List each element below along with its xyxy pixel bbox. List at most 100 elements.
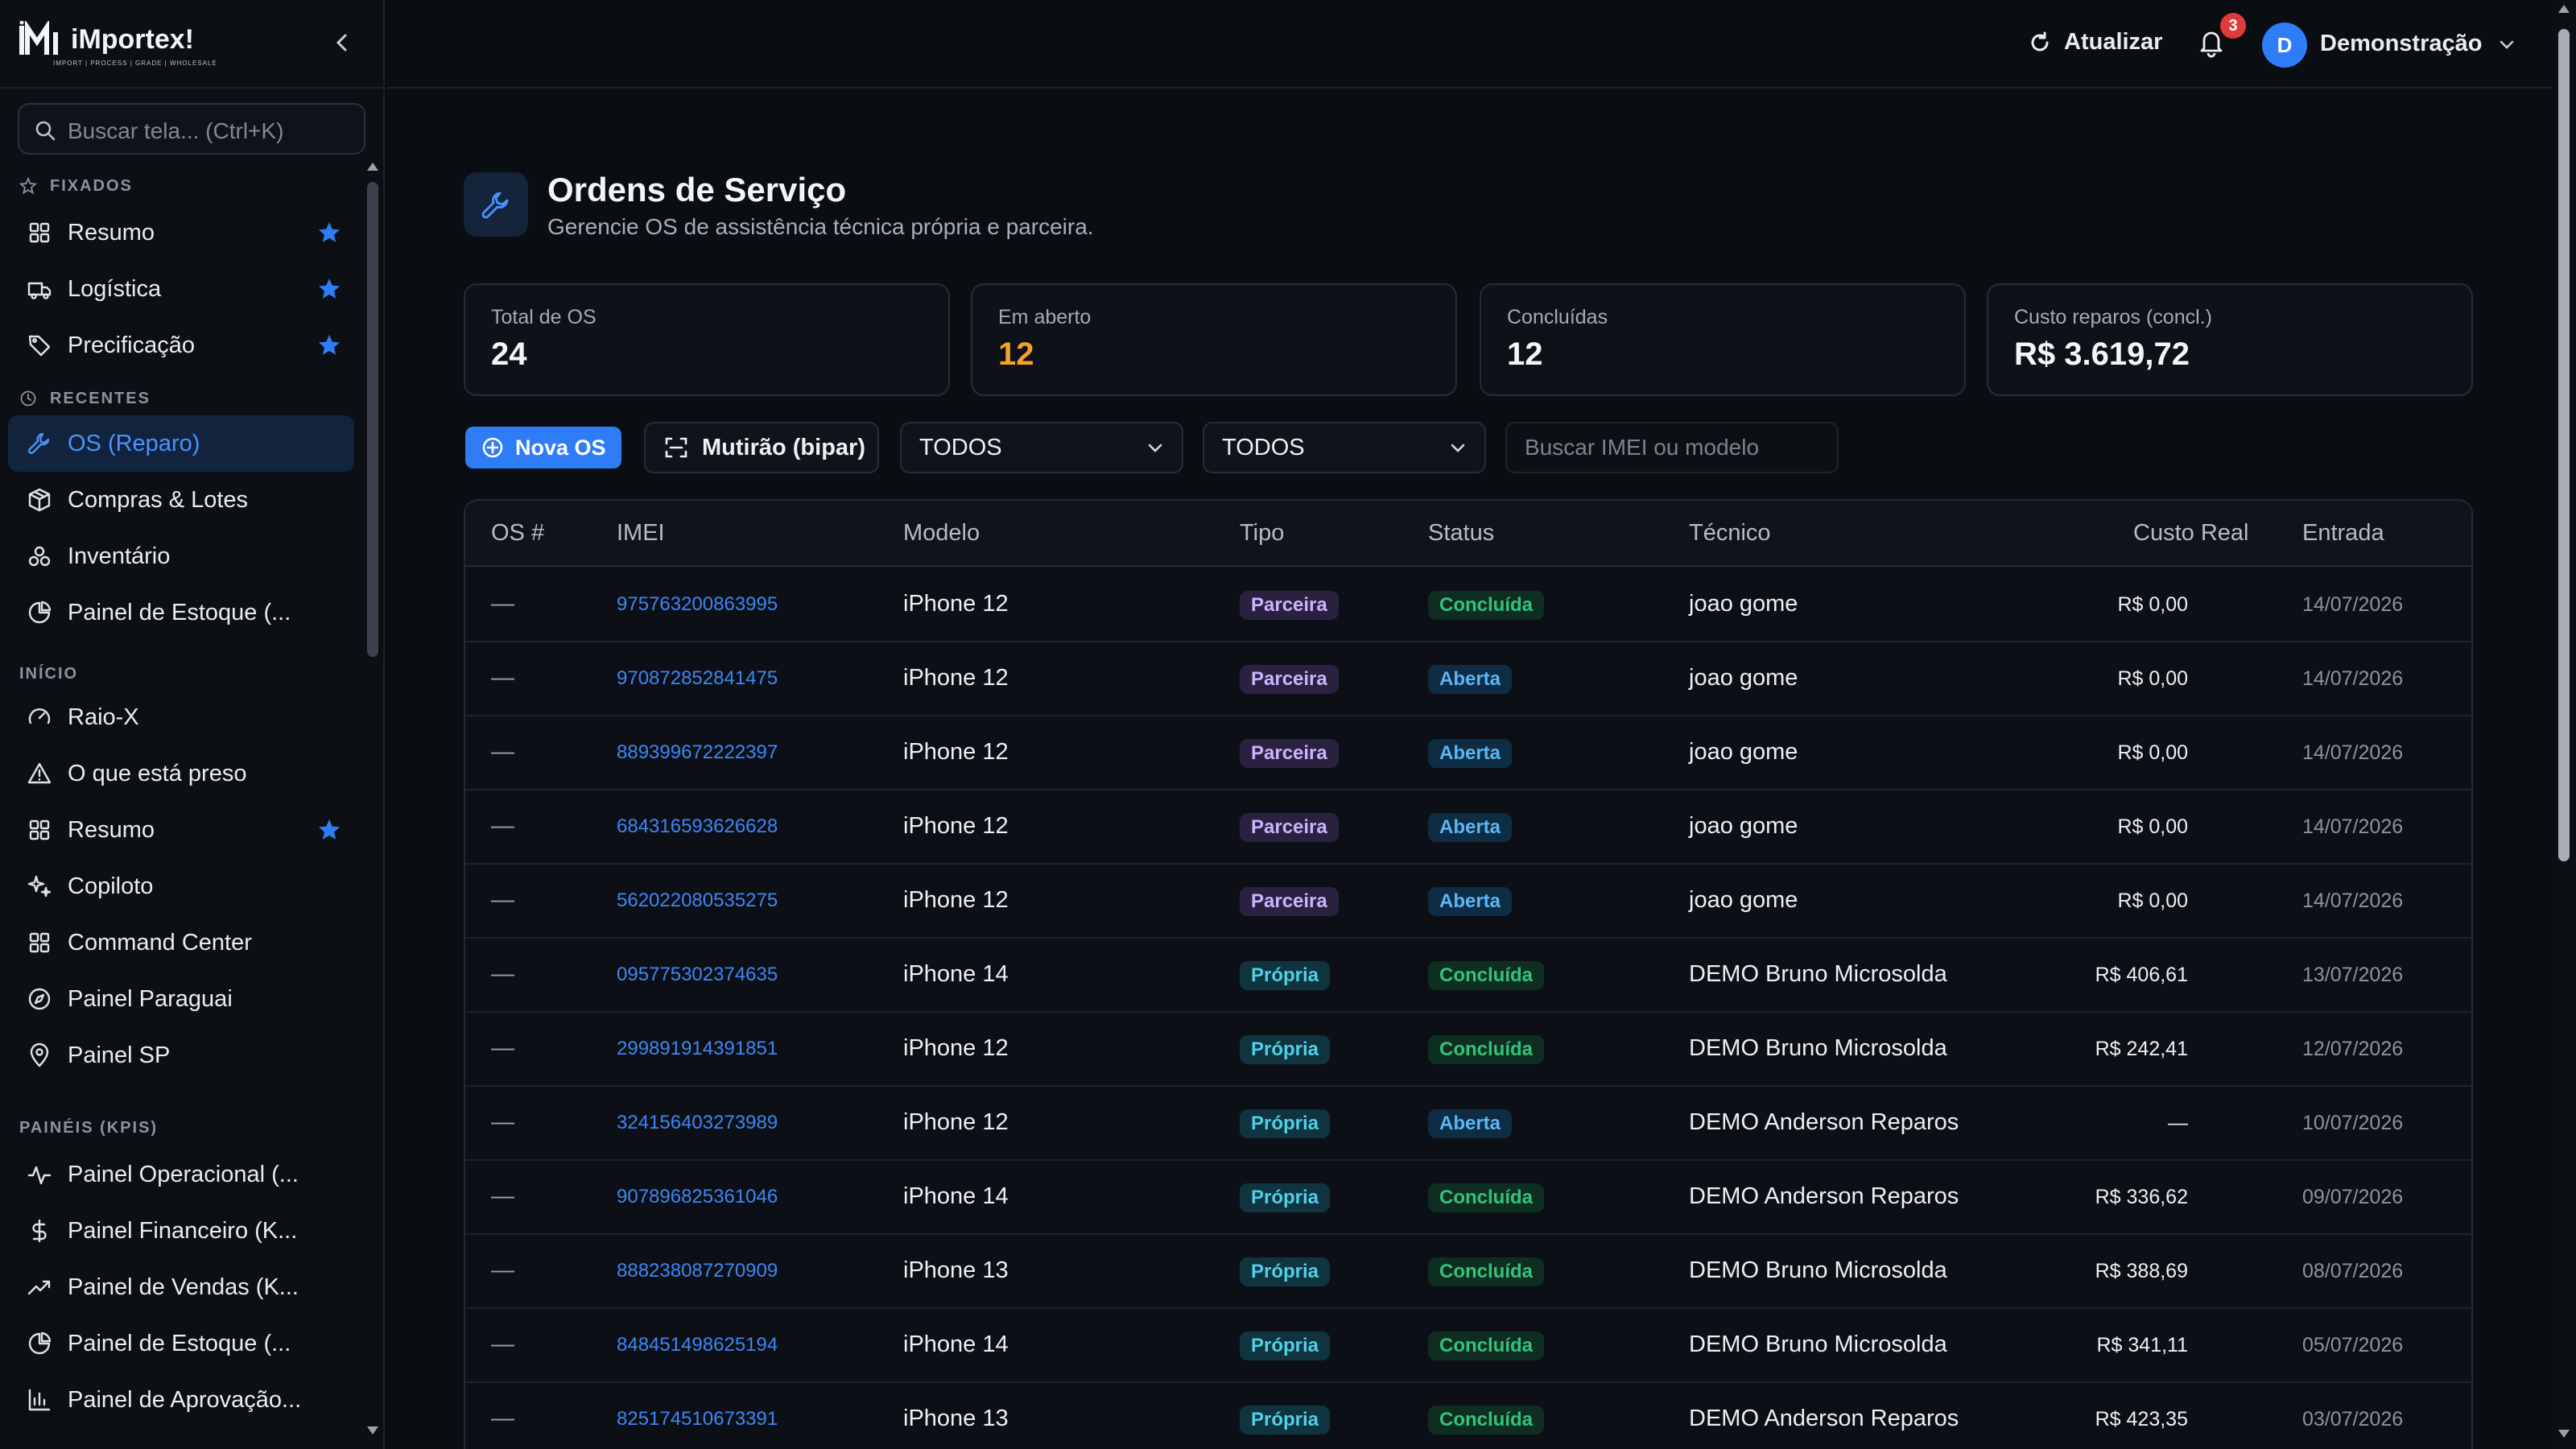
table-row[interactable]: — 848451498625194 iPhone 14 Própria Concluíd… — [465, 1309, 2471, 1383]
cell-entry-date: 14/07/2026 — [2302, 593, 2404, 616]
table-row[interactable]: — 975763200863995 iPhone 12 Parceira Concluí… — [465, 568, 2471, 642]
notifications-bell-icon[interactable] — [2198, 27, 2225, 58]
stat-card-open: Em aberto 12 — [971, 283, 1457, 396]
user-avatar[interactable]: D — [2262, 23, 2307, 68]
pinned-star-icon[interactable] — [317, 818, 341, 842]
col-header-entry-date[interactable]: Entrada — [2302, 520, 2384, 547]
pinned-star-icon[interactable] — [317, 277, 341, 301]
sidebar-item-painel-paraguai[interactable]: Painel Paraguai — [8, 971, 354, 1027]
sidebar-item-precifica-o[interactable]: Precificação — [8, 317, 354, 374]
user-name[interactable]: Demonstração — [2320, 31, 2482, 57]
sidebar-item-resumo[interactable]: Resumo — [8, 204, 354, 261]
cell-real-cost: R$ 0,00 — [2117, 593, 2188, 616]
cell-imei-link[interactable]: 299891914391851 — [617, 1038, 778, 1060]
cell-real-cost: R$ 0,00 — [2117, 741, 2188, 764]
sidebar-scroll-thumb[interactable] — [367, 182, 378, 657]
sidebar-item-painel-de-vendas-k[interactable]: Painel de Vendas (K... — [8, 1259, 354, 1315]
sidebar-item-painel-de-estoque[interactable]: Painel de Estoque (... — [8, 1315, 354, 1372]
cell-imei-link[interactable]: 562022080535275 — [617, 890, 778, 912]
sidebar-item-label: Logística — [68, 275, 162, 302]
sidebar-item-painel-de-estoque[interactable]: Painel de Estoque (... — [8, 584, 354, 641]
cell-imei-link[interactable]: 907896825361046 — [617, 1186, 778, 1208]
screen-search-input[interactable]: Buscar tela... (Ctrl+K) — [18, 103, 365, 155]
imei-search-input[interactable]: Buscar IMEI ou modelo — [1505, 422, 1839, 473]
cell-imei-link[interactable]: 848451498625194 — [617, 1334, 778, 1356]
status-filter-select[interactable]: TODOS — [1203, 422, 1486, 473]
sidebar-item-invent-rio[interactable]: Inventário — [8, 528, 354, 584]
page-scrollbar[interactable] — [2552, 0, 2576, 1449]
new-os-button[interactable]: Nova OS — [465, 427, 621, 469]
page-scroll-thumb[interactable] — [2558, 29, 2570, 861]
sidebar-item-copiloto[interactable]: Copiloto — [8, 858, 354, 914]
stat-label: Custo reparos (concl.) — [2014, 306, 2212, 328]
stat-value: R$ 3.619,72 — [2014, 336, 2190, 372]
refresh-label: Atualizar — [2064, 29, 2163, 55]
cell-entry-date: 03/07/2026 — [2302, 1408, 2404, 1430]
cell-imei-link[interactable]: 324156403273989 — [617, 1112, 778, 1134]
sidebar-item-painel-operacional[interactable]: Painel Operacional (... — [8, 1146, 354, 1203]
type-badge: Própria — [1240, 1109, 1331, 1138]
cell-imei-link[interactable]: 888238087270909 — [617, 1260, 778, 1282]
col-header-real-cost[interactable]: Custo Real — [2133, 520, 2248, 547]
col-header-os[interactable]: OS # — [491, 520, 544, 547]
sidebar-item-painel-sp[interactable]: Painel SP — [8, 1027, 354, 1084]
sidebar-item-log-stica[interactable]: Logística — [8, 261, 354, 317]
table-row[interactable]: — 324156403273989 iPhone 12 Própria Aberta DE… — [465, 1087, 2471, 1161]
sidebar-item-label: Painel de Aprovação... — [68, 1386, 302, 1413]
refresh-button[interactable]: Atualizar — [2027, 29, 2162, 56]
type-filter-select[interactable]: TODOS — [900, 422, 1183, 473]
cell-imei-link[interactable]: 684316593626628 — [617, 815, 778, 838]
col-header-status[interactable]: Status — [1428, 520, 1494, 547]
sidebar-item-raio-x[interactable]: Raio-X — [8, 689, 354, 745]
user-menu-chevron-down-icon[interactable] — [2497, 37, 2516, 53]
cell-imei-link[interactable]: 975763200863995 — [617, 593, 778, 616]
cell-real-cost: R$ 341,11 — [2096, 1334, 2188, 1356]
sidebar-item-compras-lotes[interactable]: Compras & Lotes — [8, 472, 354, 528]
table-row[interactable]: — 889399672222397 iPhone 12 Parceira Aberta j… — [465, 716, 2471, 791]
sidebar-item-command-center[interactable]: Command Center — [8, 914, 354, 971]
status-filter-value: TODOS — [1222, 435, 1305, 460]
col-header-model[interactable]: Modelo — [903, 520, 980, 547]
cell-entry-date: 09/07/2026 — [2302, 1186, 2404, 1208]
table-row[interactable]: — 970872852841475 iPhone 12 Parceira Aberta j… — [465, 642, 2471, 716]
cell-imei-link[interactable]: 825174510673391 — [617, 1408, 778, 1430]
col-header-type[interactable]: Tipo — [1240, 520, 1284, 547]
pinned-star-icon[interactable] — [317, 221, 341, 245]
col-header-technician[interactable]: Técnico — [1689, 520, 1771, 547]
sidebar-item-painel-de-aprova-o[interactable]: Painel de Aprovação... — [8, 1372, 354, 1428]
tag-icon — [26, 332, 53, 359]
scroll-down-icon[interactable] — [366, 1425, 379, 1436]
cell-imei-link[interactable]: 889399672222397 — [617, 741, 778, 764]
scroll-up-icon[interactable] — [366, 161, 379, 172]
sidebar-item-os-reparo[interactable]: OS (Reparo) — [8, 415, 354, 472]
collapse-sidebar-chevron-left-icon[interactable] — [330, 31, 354, 55]
table-row[interactable]: — 825174510673391 iPhone 13 Própria Concluíd… — [465, 1383, 2471, 1449]
table-row[interactable]: — 907896825361046 iPhone 14 Própria Concluíd… — [465, 1161, 2471, 1235]
bulk-scan-button[interactable]: Mutirão (bipar) — [644, 422, 879, 473]
table-row[interactable]: — 562022080535275 iPhone 12 Parceira Aberta j… — [465, 865, 2471, 939]
cell-os-number: — — [491, 1257, 514, 1283]
page-scroll-down-icon[interactable] — [2557, 1428, 2570, 1439]
pinned-star-icon[interactable] — [317, 333, 341, 357]
sidebar-item-painel-financeiro-k[interactable]: Painel Financeiro (K... — [8, 1203, 354, 1259]
sidebar-item-o-que-est-preso[interactable]: O que está preso — [8, 745, 354, 802]
cell-imei-link[interactable]: 970872852841475 — [617, 667, 778, 690]
table-row[interactable]: — 095775302374635 iPhone 14 Própria Concluíd… — [465, 939, 2471, 1013]
sparkle-icon — [26, 873, 53, 900]
page-scroll-up-icon[interactable] — [2557, 3, 2570, 14]
sidebar-item-label: Command Center — [68, 929, 252, 956]
sidebar: iMportex! IMPORT | PROCESS | GRADE | WHO… — [0, 0, 385, 1449]
sidebar-item-label: Copiloto — [68, 873, 154, 899]
stat-value: 12 — [998, 336, 1034, 372]
table-row[interactable]: — 888238087270909 iPhone 13 Própria Concluíd… — [465, 1235, 2471, 1309]
cell-entry-date: 05/07/2026 — [2302, 1334, 2404, 1356]
cell-model: iPhone 12 — [903, 591, 1009, 617]
cell-imei-link[interactable]: 095775302374635 — [617, 964, 778, 986]
table-row[interactable]: — 299891914391851 iPhone 12 Própria Concluíd… — [465, 1013, 2471, 1087]
col-header-imei[interactable]: IMEI — [617, 520, 665, 547]
table-row[interactable]: — 684316593626628 iPhone 12 Parceira Aberta j… — [465, 791, 2471, 865]
type-badge: Parceira — [1240, 887, 1339, 916]
sidebar-item-resumo[interactable]: Resumo — [8, 802, 354, 858]
cell-real-cost: R$ 388,69 — [2095, 1260, 2188, 1282]
sidebar-scrollbar[interactable] — [364, 158, 382, 1449]
